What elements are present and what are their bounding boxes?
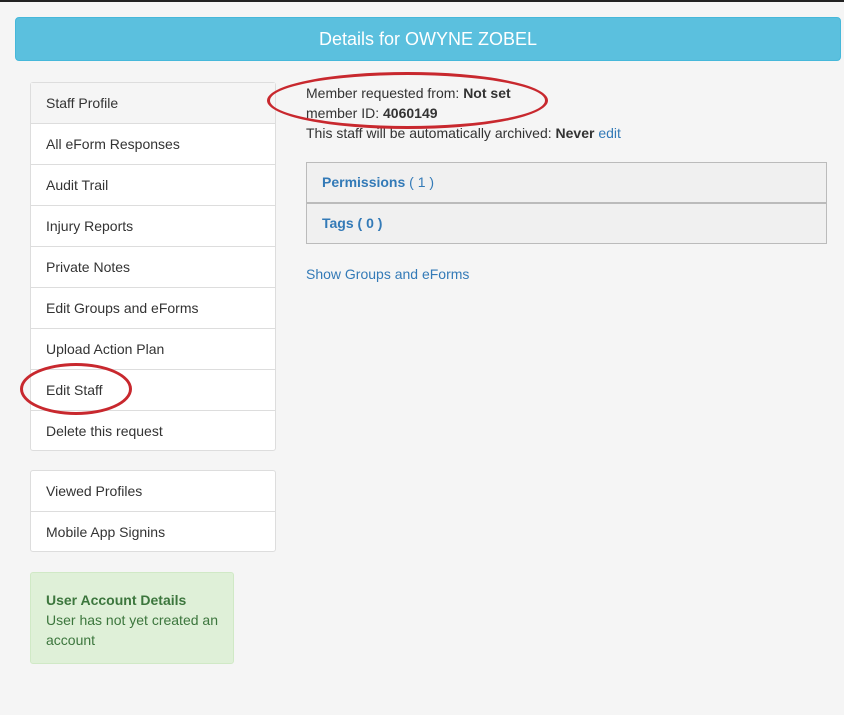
- member-id-row: member ID: 4060149: [306, 103, 826, 123]
- sidebar-item-audit-trail[interactable]: Audit Trail: [31, 165, 275, 206]
- sidebar-item-mobile-app-signins[interactable]: Mobile App Signins: [31, 512, 275, 552]
- member-id-value: 4060149: [383, 105, 438, 121]
- member-id-label: member ID:: [306, 105, 380, 121]
- sidebar-item-edit-groups-eforms[interactable]: Edit Groups and eForms: [31, 288, 275, 329]
- staff-info: Member requested from: Not set member ID…: [306, 83, 826, 143]
- sidebar-nav-secondary: Viewed Profiles Mobile App Signins: [30, 470, 276, 552]
- sidebar-item-injury-reports[interactable]: Injury Reports: [31, 206, 275, 247]
- tags-label: Tags: [322, 215, 354, 231]
- user-account-details-title: User Account Details: [46, 592, 187, 608]
- user-account-details-box: User Account Details User has not yet cr…: [30, 572, 234, 664]
- requested-from-row: Member requested from: Not set: [306, 83, 826, 103]
- tags-count: ( 0 ): [357, 215, 383, 231]
- page-title: Details for OWYNE ZOBEL: [318, 28, 538, 49]
- sidebar-item-upload-action-plan[interactable]: Upload Action Plan: [31, 329, 275, 370]
- user-account-details-message: User has not yet created an account: [46, 612, 218, 648]
- sidebar-item-private-notes[interactable]: Private Notes: [31, 247, 275, 288]
- sidebar-item-viewed-profiles[interactable]: Viewed Profiles: [31, 471, 275, 512]
- show-groups-eforms-link[interactable]: Show Groups and eForms: [306, 266, 469, 282]
- sidebar-item-delete-request[interactable]: Delete this request: [31, 411, 275, 451]
- archive-edit-link[interactable]: edit: [598, 125, 621, 141]
- page-header: Details for OWYNE ZOBEL: [15, 17, 841, 61]
- sidebar-nav-primary: Staff Profile All eForm Responses Audit …: [30, 82, 276, 451]
- requested-from-label: Member requested from:: [306, 85, 460, 101]
- requested-from-value: Not set: [463, 85, 511, 101]
- permissions-label: Permissions: [322, 174, 406, 190]
- archive-label: This staff will be automatically archive…: [306, 125, 552, 141]
- sidebar-item-staff-profile[interactable]: Staff Profile: [31, 83, 275, 124]
- archive-value: Never: [555, 125, 595, 141]
- sidebar-item-all-eform-responses[interactable]: All eForm Responses: [31, 124, 275, 165]
- archive-row: This staff will be automatically archive…: [306, 123, 826, 143]
- sidebar-item-edit-staff[interactable]: Edit Staff: [31, 370, 275, 411]
- permissions-count: ( 1 ): [409, 174, 435, 190]
- permissions-panel[interactable]: Permissions ( 1 ): [306, 162, 827, 203]
- tags-panel[interactable]: Tags ( 0 ): [306, 203, 827, 244]
